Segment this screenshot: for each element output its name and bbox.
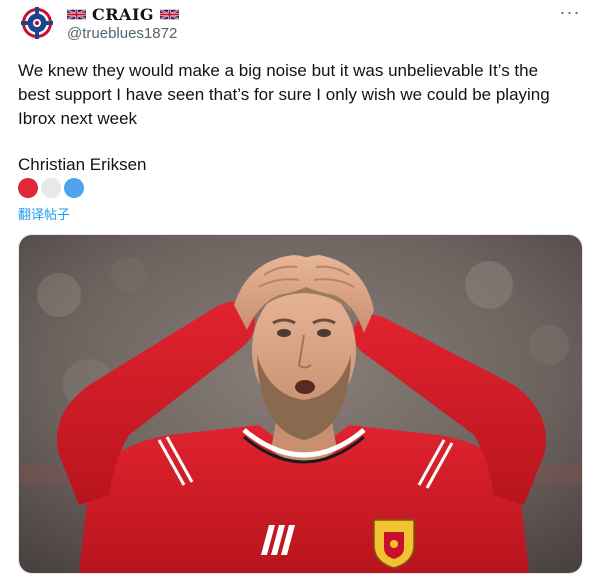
union-jack-flag-icon <box>67 8 86 20</box>
rangers-crest-icon <box>17 3 57 43</box>
union-jack-flag-icon <box>160 8 180 20</box>
red-circle-emoji <box>18 178 38 198</box>
more-options-button[interactable]: ··· <box>558 2 582 22</box>
avatar[interactable] <box>17 3 57 43</box>
tweet-text-line: best support I have seen that’s for sure… <box>18 85 550 104</box>
tweet-text-line: We knew they would make a big noise but … <box>18 61 539 80</box>
blue-circle-emoji <box>64 178 84 198</box>
tweet-signature: Christian Eriksen <box>18 155 147 174</box>
translate-post-link[interactable]: 翻译帖子 <box>18 204 70 223</box>
user-name-row[interactable]: CRAIG <box>67 4 180 24</box>
white-circle-emoji <box>41 178 61 198</box>
user-handle[interactable]: @trueblues1872 <box>67 25 177 42</box>
tweet-photo[interactable] <box>18 234 583 574</box>
tweet-text: We knew they would make a big noise but … <box>18 59 583 131</box>
tweet-text-line: Ibrox next week <box>18 109 138 128</box>
player-photo-illustration <box>19 235 582 573</box>
display-name[interactable]: CRAIG <box>92 5 154 24</box>
emoji-dots <box>18 178 84 198</box>
